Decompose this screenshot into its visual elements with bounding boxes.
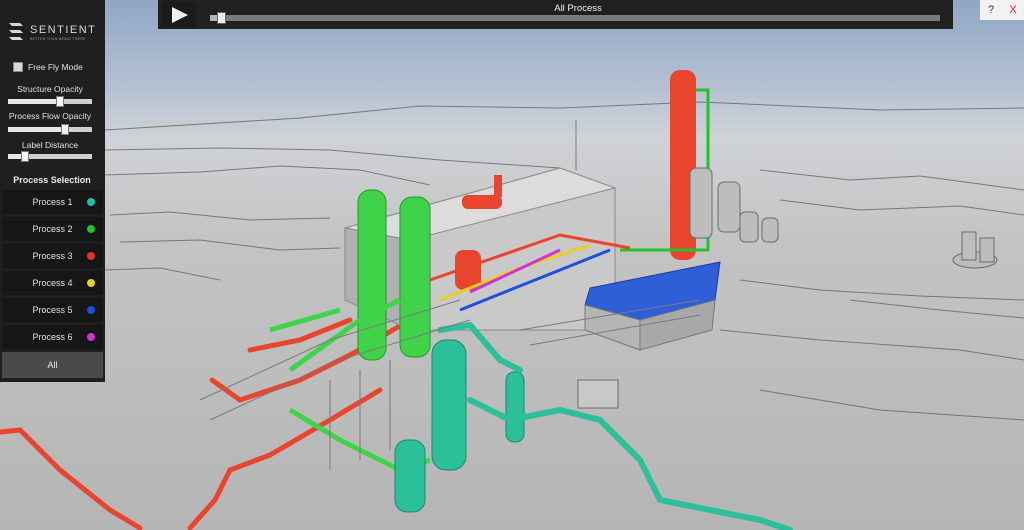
process-label: Process 3	[32, 251, 73, 261]
3d-viewport[interactable]	[0, 0, 1024, 530]
close-button[interactable]: X	[1002, 0, 1024, 20]
process-color-dot	[87, 198, 95, 206]
process-6-button[interactable]: Process 6	[2, 325, 103, 349]
sentient-logo-icon	[9, 23, 23, 40]
process-3-button[interactable]: Process 3	[2, 244, 103, 268]
process-label: Process 1	[32, 197, 73, 207]
label-distance-label: Label Distance	[21, 140, 79, 150]
slider-fill	[8, 99, 61, 104]
process-flow-opacity-label: Process Flow Opacity	[8, 111, 92, 121]
process-color-dot	[87, 225, 95, 233]
play-triangle-icon	[172, 7, 188, 23]
process-label: Process 4	[32, 278, 73, 288]
control-panel: SENTIENT BETTER THAN BEING THERE Free Fl…	[0, 0, 105, 382]
plant-scene	[0, 70, 1024, 530]
process-color-dot	[87, 306, 95, 314]
free-fly-label: Free Fly Mode	[28, 62, 83, 72]
playback-bar: All Process	[158, 0, 953, 29]
process-1-pipeline	[437, 321, 793, 530]
timeline-scrubber[interactable]	[210, 12, 940, 24]
play-button[interactable]	[162, 2, 196, 27]
slider-thumb[interactable]	[61, 124, 70, 135]
process-color-dot	[87, 279, 95, 287]
timeline-progress	[210, 15, 218, 21]
process-color-dot	[87, 333, 95, 341]
logo-name: SENTIENT	[30, 24, 97, 36]
label-distance-slider[interactable]	[8, 151, 92, 162]
teal-towers	[394, 339, 525, 513]
slider-thumb[interactable]	[20, 151, 29, 162]
structure-opacity-label: Structure Opacity	[17, 84, 83, 94]
slider-fill	[8, 127, 66, 132]
process-4-button[interactable]: Process 4	[2, 271, 103, 295]
process-label: Process 5	[32, 305, 73, 315]
help-button[interactable]: ?	[980, 0, 1002, 20]
process-list: Process 1 Process 2 Process 3 Process 4 …	[2, 190, 103, 352]
logo-tagline: BETTER THAN BEING THERE	[30, 37, 86, 41]
process-color-dot	[87, 252, 95, 260]
timeline-thumb[interactable]	[217, 12, 227, 24]
logo: SENTIENT BETTER THAN BEING THERE	[6, 20, 102, 44]
process-label: Process 2	[32, 224, 73, 234]
process-flow-opacity-slider[interactable]	[8, 124, 92, 135]
structure-opacity-slider[interactable]	[8, 96, 92, 107]
free-fly-checkbox[interactable]	[13, 62, 23, 72]
process-5-button[interactable]: Process 5	[2, 298, 103, 322]
all-processes-button[interactable]: All	[2, 352, 103, 378]
process-selection-title: Process Selection	[13, 175, 91, 185]
process-1-button[interactable]: Process 1	[2, 190, 103, 214]
process-label: Process 6	[32, 332, 73, 342]
free-fly-toggle[interactable]: Free Fly Mode	[13, 61, 83, 73]
process-2-button[interactable]: Process 2	[2, 217, 103, 241]
playback-title: All Process	[554, 3, 602, 14]
slider-thumb[interactable]	[56, 96, 65, 107]
